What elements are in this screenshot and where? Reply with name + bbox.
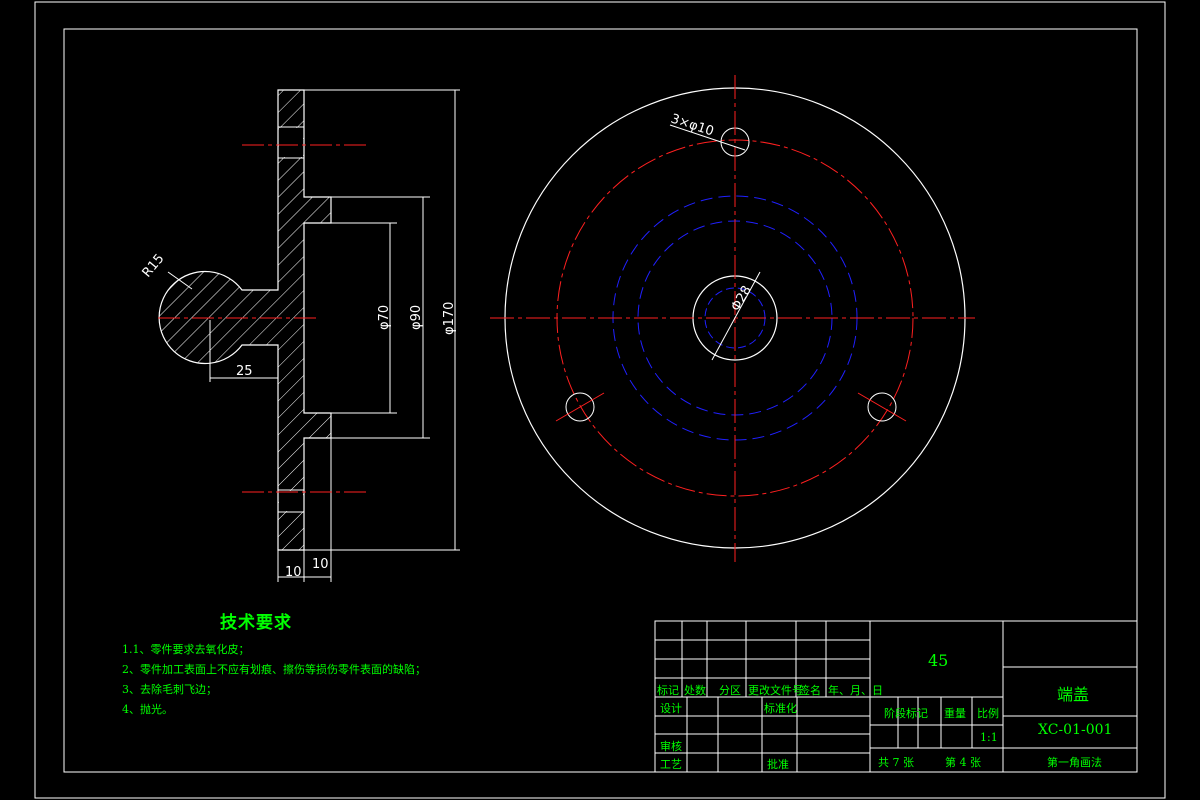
dim-d170: φ170 xyxy=(442,302,457,335)
tb-process: 工艺 xyxy=(660,758,682,771)
tb-header-date: 年、月、日 xyxy=(828,684,883,697)
tb-header-signature: 签名 xyxy=(799,684,821,697)
tb-header-zone: 分区 xyxy=(719,684,741,697)
tb-part-name: 端盖 xyxy=(1057,685,1090,704)
dim-d70: φ70 xyxy=(377,305,392,330)
tb-projection: 第一角画法 xyxy=(1047,756,1102,769)
tb-scale-label: 比例 xyxy=(977,707,999,720)
tb-sheets-total: 共 7 张 xyxy=(878,756,914,769)
tb-review: 审核 xyxy=(660,740,682,753)
tb-header-count: 处数 xyxy=(684,684,706,697)
tb-design: 设计 xyxy=(660,702,682,715)
dim-d90: φ90 xyxy=(409,305,424,330)
tb-weight: 重量 xyxy=(944,707,966,720)
dim-r15: R15 xyxy=(140,251,168,280)
note-item-4: 4、抛光。 xyxy=(122,703,173,716)
tb-header-mark: 标记 xyxy=(657,684,679,697)
tb-stage-mark: 阶段标记 xyxy=(884,707,928,720)
tb-standardization: 标准化 xyxy=(764,702,797,715)
tb-drawing-no: XC-01-001 xyxy=(1038,722,1113,738)
tb-scale: 1:1 xyxy=(980,731,998,744)
note-item-2: 2、零件加工表面上不应有划痕、擦伤等损伤零件表面的缺陷； xyxy=(122,663,426,676)
tb-sheet-no: 第 4 张 xyxy=(945,756,981,769)
section-hatch xyxy=(159,90,331,550)
front-view xyxy=(490,75,975,562)
dim-holes: 3×φ10 xyxy=(669,112,716,140)
dim-10-right: 10 xyxy=(312,557,329,572)
outer-frame xyxy=(34,1,1166,799)
note-item-3: 3、去除毛刺飞边； xyxy=(122,683,217,696)
tb-header-change-doc: 更改文件号 xyxy=(748,684,803,697)
notes-title: 技术要求 xyxy=(220,613,292,633)
tb-approve: 批准 xyxy=(767,758,789,771)
dim-25: 25 xyxy=(236,364,253,379)
note-item-1: 1.1、零件要求去氧化皮； xyxy=(122,643,250,656)
section-view xyxy=(158,89,460,582)
cad-drawing: R15 25 φ70 φ90 φ170 10 10 3×φ10 Φ28 xyxy=(34,1,1166,799)
tb-material: 45 xyxy=(928,651,949,670)
dim-10-left: 10 xyxy=(285,565,302,580)
